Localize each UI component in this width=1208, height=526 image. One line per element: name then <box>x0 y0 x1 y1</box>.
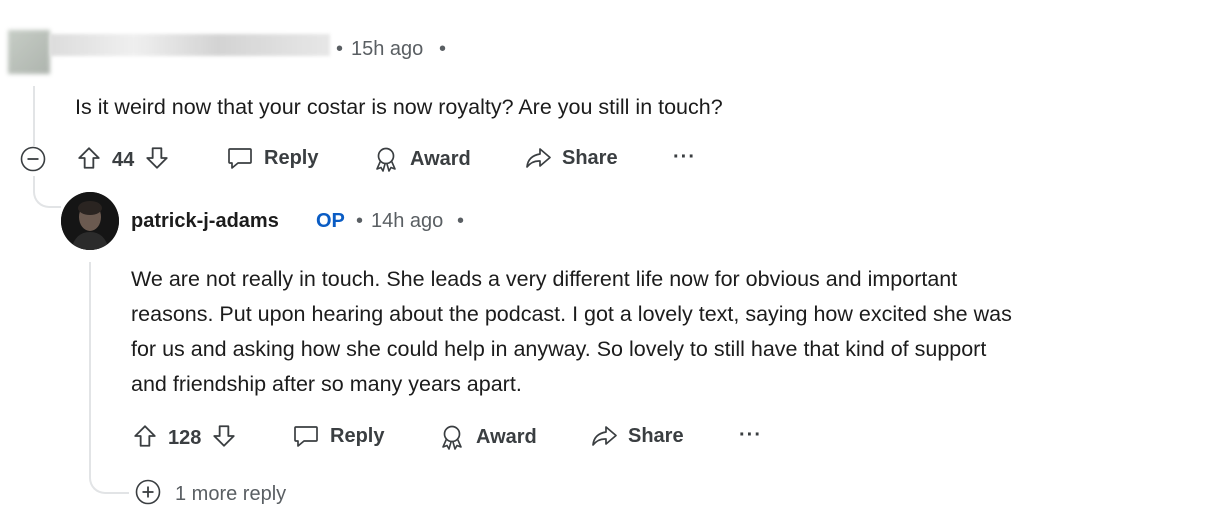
reply-icon <box>292 423 320 449</box>
expand-icon <box>135 479 161 510</box>
meta-separator: • <box>356 210 364 232</box>
reply-label: Reply <box>264 146 319 169</box>
thread-line <box>89 262 91 462</box>
share-label: Share <box>628 424 684 447</box>
upvote-icon[interactable] <box>132 423 158 454</box>
upvote-icon[interactable] <box>76 145 102 176</box>
meta-separator: • <box>336 38 344 60</box>
award-label: Award <box>476 425 537 448</box>
reply-username[interactable]: patrick-j-adams <box>131 210 279 233</box>
downvote-icon[interactable] <box>144 145 170 176</box>
award-button[interactable]: Award <box>438 423 537 451</box>
meta-separator: • <box>439 38 447 60</box>
op-badge: OP <box>316 210 345 232</box>
more-replies-button[interactable]: 1 more reply <box>135 479 286 510</box>
more-options-icon[interactable]: ··· <box>739 424 762 447</box>
thread-connector <box>89 456 129 494</box>
meta-separator: • <box>457 210 465 232</box>
comment-text: Is it weird now that your costar is now … <box>75 95 723 119</box>
redacted-avatar[interactable] <box>8 30 50 74</box>
vote-count: 128 <box>168 427 202 449</box>
reply-text: We are not really in touch. She leads a … <box>131 262 1201 402</box>
collapse-icon[interactable] <box>20 146 46 177</box>
vote-group: 128 <box>132 423 237 454</box>
award-icon <box>372 145 400 173</box>
reply-timestamp[interactable]: 14h ago <box>371 210 443 233</box>
vote-count: 44 <box>112 149 135 171</box>
reply-label: Reply <box>330 424 385 447</box>
share-label: Share <box>562 146 618 169</box>
redacted-username[interactable] <box>50 34 330 56</box>
reply-text-line: reasons. Put upon hearing about the podc… <box>131 302 1012 326</box>
avatar[interactable] <box>61 192 119 250</box>
share-icon <box>524 145 552 171</box>
comment-timestamp[interactable]: 15h ago <box>351 38 423 61</box>
reply-button[interactable]: Reply <box>292 423 384 449</box>
vote-group: 44 <box>76 145 170 176</box>
share-button[interactable]: Share <box>590 423 684 449</box>
award-label: Award <box>410 147 471 170</box>
more-replies-label: 1 more reply <box>175 483 287 505</box>
thread-connector <box>33 176 61 208</box>
reply-icon <box>226 145 254 171</box>
award-button[interactable]: Award <box>372 145 471 173</box>
reply-text-line: We are not really in touch. She leads a … <box>131 267 958 291</box>
share-icon <box>590 423 618 449</box>
reply-button[interactable]: Reply <box>226 145 318 171</box>
downvote-icon[interactable] <box>211 423 237 454</box>
more-options-icon[interactable]: ··· <box>673 146 696 169</box>
reply-text-line: and friendship after so many years apart… <box>131 372 522 396</box>
share-button[interactable]: Share <box>524 145 618 171</box>
thread-line <box>33 86 35 146</box>
reply-text-line: for us and asking how she could help in … <box>131 337 987 361</box>
award-icon <box>438 423 466 451</box>
